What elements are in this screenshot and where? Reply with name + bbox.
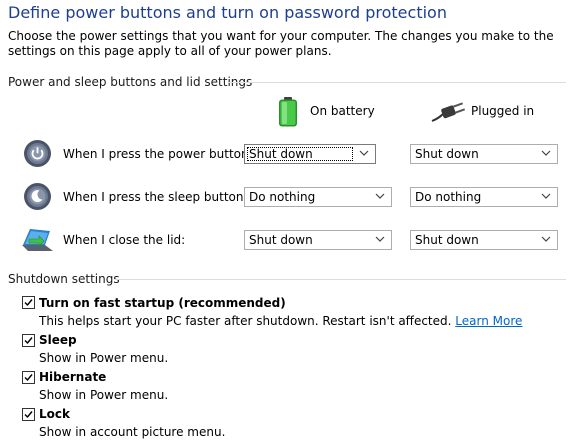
laptop-lid-icon xyxy=(19,225,55,253)
selected-value: Shut down xyxy=(415,233,479,247)
power-button-label: When I press the power button: xyxy=(63,147,253,161)
page-title: Define power buttons and turn on passwor… xyxy=(8,3,447,22)
lock-option-description: Show in account picture menu. xyxy=(39,425,226,439)
lock-option-label[interactable]: Lock xyxy=(39,407,70,421)
learn-more-link[interactable]: Learn More xyxy=(455,314,522,328)
power-section-divider xyxy=(228,82,566,83)
lock-checkbox[interactable] xyxy=(22,408,35,421)
fast-startup-label[interactable]: Turn on fast startup (recommended) xyxy=(39,296,286,310)
sleep-button-plugged-select[interactable]: Do nothing xyxy=(410,187,558,207)
sleep-checkbox[interactable] xyxy=(22,334,35,347)
chevron-down-icon xyxy=(375,193,385,199)
hibernate-checkbox[interactable] xyxy=(22,371,35,384)
power-button-battery-select[interactable]: Shut down xyxy=(244,144,376,164)
column-plugged-in: Plugged in xyxy=(471,104,535,118)
page-description: Choose the power settings that you want … xyxy=(8,29,554,58)
sleep-option-description: Show in Power menu. xyxy=(39,351,169,365)
sleep-button-label: When I press the sleep button: xyxy=(63,190,248,204)
hibernate-option-description: Show in Power menu. xyxy=(39,388,169,402)
checkmark-icon xyxy=(24,299,33,307)
chevron-down-icon xyxy=(375,236,385,242)
sleep-option-label[interactable]: Sleep xyxy=(39,333,77,347)
battery-icon xyxy=(277,97,299,127)
chevron-down-icon xyxy=(541,236,551,242)
shutdown-section-divider xyxy=(115,279,566,280)
checkmark-icon xyxy=(24,374,33,382)
power-section-label: Power and sleep buttons and lid settings xyxy=(8,75,253,89)
lid-label: When I close the lid: xyxy=(63,233,186,247)
chevron-down-icon xyxy=(359,150,369,156)
selected-value: Shut down xyxy=(249,233,313,247)
checkmark-icon xyxy=(24,337,33,345)
selected-value: Shut down xyxy=(249,147,313,161)
selected-value: Shut down xyxy=(415,147,479,161)
hibernate-option-label[interactable]: Hibernate xyxy=(39,370,106,384)
power-plug-icon xyxy=(431,101,466,123)
chevron-down-icon xyxy=(541,150,551,156)
power-button-plugged-select[interactable]: Shut down xyxy=(410,144,558,164)
power-button-icon xyxy=(23,139,52,168)
lid-battery-select[interactable]: Shut down xyxy=(244,230,392,250)
selected-value: Do nothing xyxy=(415,190,482,204)
selected-value: Do nothing xyxy=(249,190,316,204)
sleep-button-battery-select[interactable]: Do nothing xyxy=(244,187,392,207)
fast-startup-checkbox[interactable] xyxy=(22,296,35,309)
fast-startup-description: This helps start your PC faster after sh… xyxy=(39,314,522,328)
checkmark-icon xyxy=(24,411,33,419)
shutdown-section-label: Shutdown settings xyxy=(8,272,120,286)
lid-plugged-select[interactable]: Shut down xyxy=(410,230,558,250)
sleep-button-icon xyxy=(23,182,52,211)
chevron-down-icon xyxy=(541,193,551,199)
column-on-battery: On battery xyxy=(310,104,375,118)
fast-startup-description-text: This helps start your PC faster after sh… xyxy=(39,314,452,328)
